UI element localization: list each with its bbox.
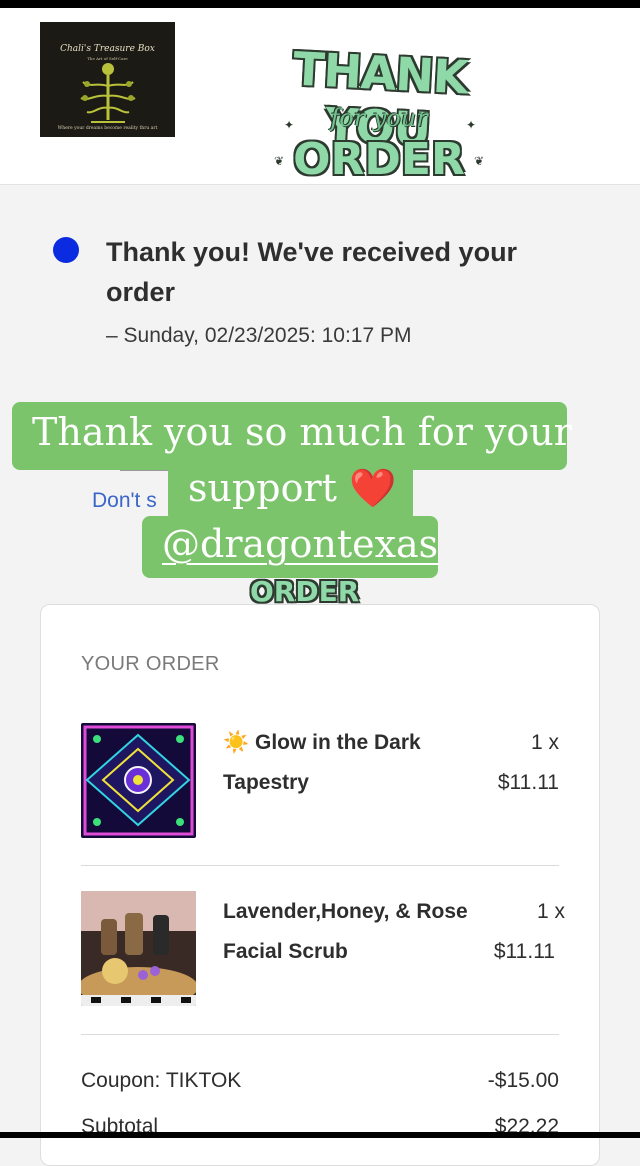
tree-of-life-icon [80, 63, 136, 123]
item-quantity: 1 x [530, 731, 559, 754]
item-name-line2[interactable]: Tapestry [223, 763, 493, 803]
coupon-row: Coupon: TIKTOK -$15.00 [81, 1069, 559, 1093]
sticker-line2: support ❤️ [188, 466, 397, 510]
partial-link[interactable]: Don't s [92, 489, 157, 513]
thank-you-badge: THANK YOU for your ORDER ✦ ✦ ❦ ❦ [244, 42, 514, 200]
item-quantity: 1 x [536, 900, 565, 923]
order-received-title: Thank you! We've received your order [106, 237, 518, 307]
logo-subtitle: Where your dreams become reality thru ar… [57, 126, 158, 131]
top-edge [0, 0, 640, 8]
item-name-line1[interactable]: Lavender,Honey, & Rose [223, 892, 493, 932]
scrub-image [81, 891, 196, 1006]
order-date: – Sunday, 02/23/2025: 10:17 PM [106, 324, 412, 347]
leaf-icon: ❦ [474, 154, 485, 168]
tapestry-image [81, 723, 196, 838]
order-summary-card: YOUR ORDER ☀️ Glow in the Dark Tapestry … [40, 604, 600, 1166]
item-price: $11.11 [493, 940, 555, 963]
divider-line [120, 470, 168, 471]
logo-title: Chali's Treasure Box [60, 44, 155, 54]
item-name-line2[interactable]: Facial Scrub [223, 932, 493, 972]
bottom-edge [0, 1132, 640, 1138]
item-divider [81, 1034, 559, 1035]
scrub-thumbnail[interactable] [81, 891, 196, 1006]
item-divider [81, 865, 559, 866]
coupon-label: Coupon: TIKTOK [81, 1069, 242, 1092]
your-order-heading: YOUR ORDER [81, 653, 220, 675]
page-header: Chali's Treasure Box The Art of Self-Car… [0, 8, 640, 185]
leaf-icon: ❦ [274, 154, 285, 168]
store-logo[interactable]: Chali's Treasure Box The Art of Self-Car… [40, 22, 175, 137]
coupon-value: -$15.00 [487, 1069, 559, 1092]
status-dot [53, 237, 79, 263]
sparkle-icon: ✦ [284, 118, 295, 132]
sticker-line1: Thank you so much for your [32, 410, 572, 454]
item-name-line1[interactable]: ☀️ Glow in the Dark [223, 723, 493, 763]
tapestry-thumbnail[interactable] [81, 723, 196, 838]
sticker-handle[interactable]: @dragontexas [162, 522, 438, 566]
sparkle-icon: ✦ [466, 118, 477, 132]
item-price: $11.11 [497, 771, 559, 794]
